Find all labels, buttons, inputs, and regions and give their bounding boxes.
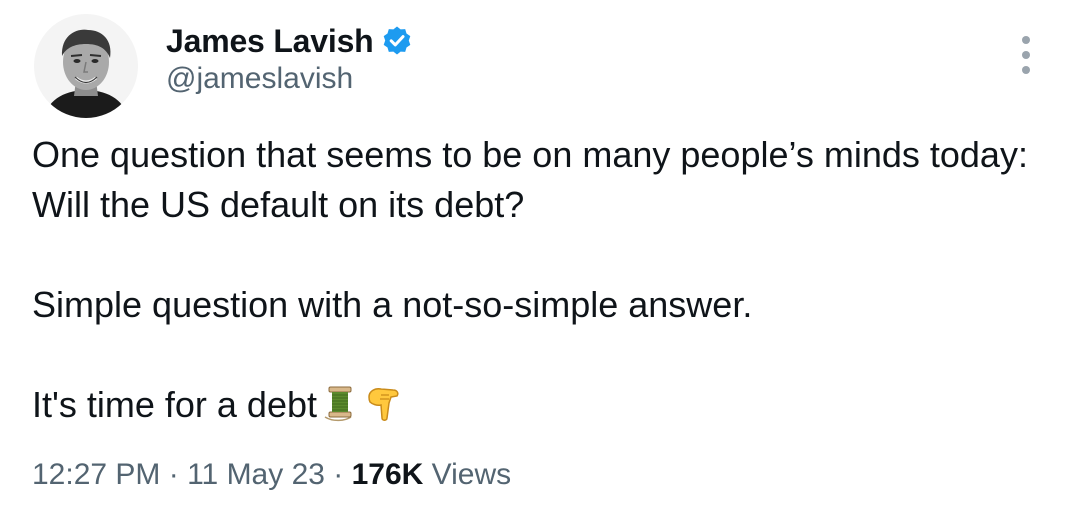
tweet-time[interactable]: 12:27 PM — [32, 458, 160, 491]
tweet-text: One question that seems to be on many pe… — [32, 130, 1062, 436]
more-dot — [1022, 51, 1030, 59]
tweet-date[interactable]: 11 May 23 — [187, 458, 325, 491]
tweet-paragraph-3: It's time for a debt — [32, 380, 1062, 436]
more-options-icon[interactable] — [1012, 36, 1040, 74]
tweet-paragraph-2: Simple question with a not-so-simple ans… — [32, 284, 753, 325]
author-display-name[interactable]: James Lavish — [166, 23, 374, 60]
tweet-paragraph-3-text: It's time for a debt — [32, 384, 317, 425]
author-name-row[interactable]: James Lavish — [166, 20, 413, 62]
views-label: Views — [423, 458, 512, 491]
views-count[interactable]: 176K — [352, 458, 424, 491]
more-dot — [1022, 66, 1030, 74]
tweet-meta: 12:27 PM · 11 May 23 · 176K Views — [32, 458, 511, 492]
author-handle[interactable]: @jameslavish — [166, 62, 353, 96]
thread-emoji-icon — [321, 383, 359, 436]
more-dot — [1022, 36, 1030, 44]
verified-badge-icon[interactable] — [381, 25, 413, 57]
tweet-paragraph-1: One question that seems to be on many pe… — [32, 134, 1028, 225]
meta-separator: · — [160, 458, 188, 491]
avatar-photo — [34, 14, 138, 118]
avatar[interactable] — [34, 14, 138, 118]
pointing-down-emoji-icon — [363, 383, 403, 436]
meta-separator: · — [324, 458, 352, 491]
